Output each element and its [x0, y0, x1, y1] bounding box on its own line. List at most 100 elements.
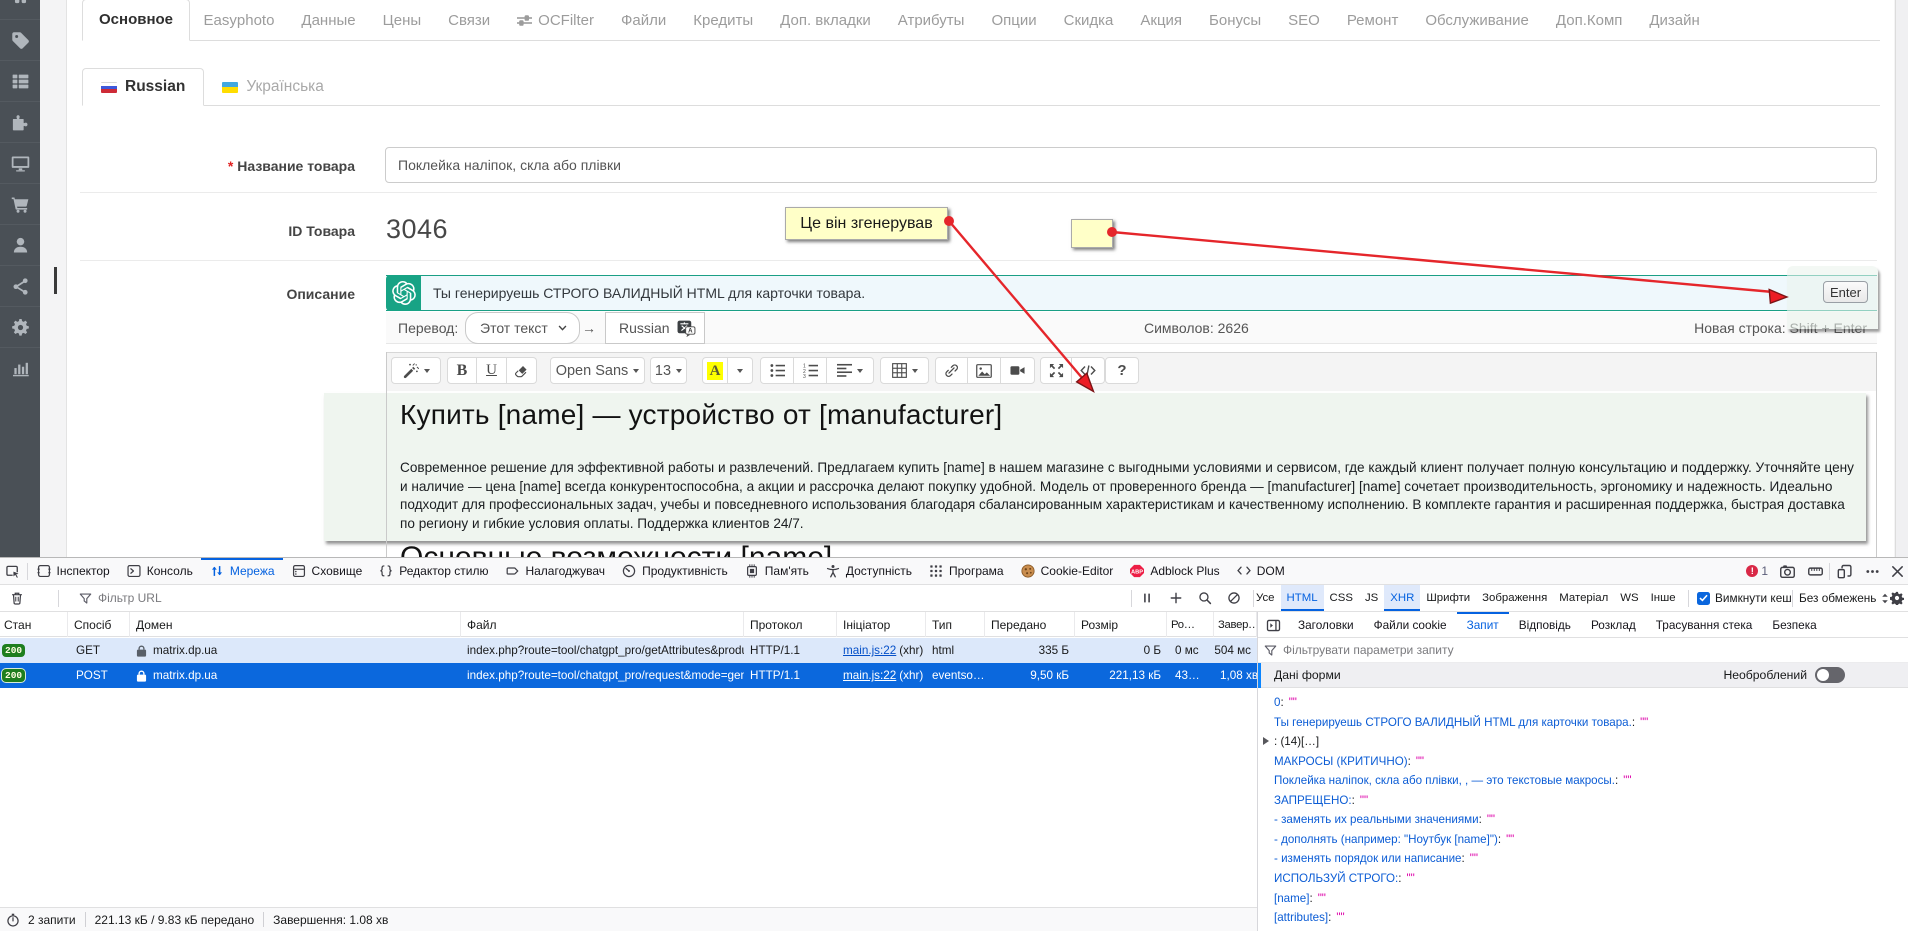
paragraph-align-button[interactable] — [827, 357, 874, 384]
param-row[interactable]: [attributes]:"" — [1258, 907, 1908, 927]
underline-button[interactable]: U — [477, 357, 507, 384]
insert-image-button[interactable] — [968, 357, 1001, 384]
details-tab-6[interactable]: Безпека — [1762, 612, 1826, 637]
params-filter-input[interactable]: Фільтрувати параметри запиту — [1258, 638, 1908, 663]
devtools-tab-9[interactable]: Програма — [920, 558, 1012, 584]
devtools-tab-12[interactable]: DOM — [1228, 558, 1293, 584]
filter-type-матеріал[interactable]: Матеріал — [1553, 585, 1614, 611]
add-request-button[interactable] — [1163, 585, 1189, 611]
sidebar-item-extensions[interactable] — [0, 101, 40, 142]
param-row[interactable]: МАКРОСЫ (КРИТИЧНО):"" — [1258, 751, 1908, 771]
sidebar-item-dashboard[interactable] — [0, 0, 40, 10]
enter-button[interactable]: Enter — [1823, 281, 1868, 303]
filter-type-зображення[interactable]: Зображення — [1476, 585, 1553, 611]
tab-данные[interactable]: Данные — [288, 1, 369, 40]
insert-link-button[interactable] — [935, 357, 968, 384]
sticky-note-small[interactable] — [1071, 219, 1113, 248]
fullscreen-button[interactable] — [1040, 357, 1072, 384]
help-button[interactable]: ? — [1105, 357, 1139, 384]
clear-requests-button[interactable] — [4, 585, 30, 611]
param-row[interactable]: : (14)[…] — [1258, 731, 1908, 751]
column-header[interactable]: Розмір — [1075, 612, 1167, 637]
param-row[interactable]: - изменять порядок или написание:"" — [1258, 848, 1908, 868]
column-header[interactable]: Завер… — [1214, 612, 1257, 637]
details-tab-1[interactable]: Файли cookie — [1364, 612, 1457, 637]
param-row[interactable]: 0:"" — [1258, 692, 1908, 712]
devtools-tab-11[interactable]: ABPAdblock Plus — [1122, 558, 1228, 584]
network-request-row[interactable]: 200 GET matrix.dp.ua index.php?route=too… — [0, 638, 1257, 663]
tab-easyphoto[interactable]: Easyphoto — [190, 1, 288, 40]
devtools-tab-1[interactable]: Консоль — [118, 558, 201, 584]
tab-ocfilter[interactable]: OCFilter — [504, 1, 608, 40]
collapse-details-button[interactable] — [1258, 612, 1288, 639]
throttling-select[interactable]: Без обмежень — [1793, 591, 1895, 605]
devtools-tab-8[interactable]: Доступність — [817, 558, 920, 584]
font-size-select[interactable]: 13 — [650, 357, 687, 384]
filter-type-js[interactable]: JS — [1359, 585, 1384, 611]
column-header[interactable]: Протокол — [744, 612, 837, 637]
devtools-tab-3[interactable]: Сховище — [283, 558, 371, 584]
raw-toggle[interactable] — [1815, 667, 1845, 683]
tab-акция[interactable]: Акция — [1127, 1, 1196, 40]
ruler-button[interactable] — [1801, 558, 1829, 585]
clear-style-button[interactable] — [507, 357, 537, 384]
sidebar-item-marketing[interactable] — [0, 265, 40, 306]
details-tab-3[interactable]: Відповідь — [1509, 612, 1581, 637]
tab-кредиты[interactable]: Кредиты — [680, 1, 767, 40]
tab-дизайн[interactable]: Дизайн — [1636, 1, 1713, 40]
sidebar-item-customers[interactable] — [0, 224, 40, 265]
devtools-tab-6[interactable]: Продуктивність — [614, 558, 737, 584]
param-row[interactable]: [name]:"" — [1258, 888, 1908, 908]
network-request-row[interactable]: 200 POST matrix.dp.ua index.php?route=to… — [0, 663, 1257, 688]
details-tab-4[interactable]: Розклад — [1581, 612, 1646, 637]
filter-type-усе[interactable]: Усе — [1250, 585, 1281, 611]
devtools-tab-7[interactable]: Пам'ять — [736, 558, 817, 584]
sidebar-item-categories[interactable] — [0, 60, 40, 101]
tab-бонусы[interactable]: Бонусы — [1196, 1, 1275, 40]
param-row[interactable]: ИСПОЛЬЗУЙ СТРОГО::"" — [1258, 868, 1908, 888]
sidebar-item-reports[interactable] — [0, 347, 40, 388]
tab-основное[interactable]: Основное — [82, 0, 190, 41]
tab-ремонт[interactable]: Ремонт — [1333, 1, 1412, 40]
param-row[interactable]: ЗАПРЕЩЕНО::"" — [1258, 790, 1908, 810]
filter-type-інше[interactable]: Інше — [1645, 585, 1682, 611]
tab-доп-вкладки[interactable]: Доп. вкладки — [767, 1, 885, 40]
devtools-tab-2[interactable]: Мережа — [201, 558, 283, 584]
column-header[interactable]: Передано — [985, 612, 1075, 637]
translate-target-select[interactable]: RussianA — [605, 312, 705, 344]
devtools-menu-button[interactable] — [1858, 558, 1886, 585]
sidebar-item-system[interactable] — [0, 306, 40, 347]
chatgpt-prompt-text[interactable]: Ты генерируешь СТРОГО ВАЛИДНЫЙ HTML для … — [433, 275, 865, 311]
filter-type-шрифти[interactable]: Шрифти — [1420, 585, 1476, 611]
filter-type-html[interactable]: HTML — [1281, 585, 1324, 611]
highlight-color-dropdown[interactable] — [728, 357, 753, 384]
devtools-tab-5[interactable]: Налагоджувач — [497, 558, 614, 584]
param-row[interactable]: Поклейка наліпок, скла або плівки, , — э… — [1258, 770, 1908, 790]
tab-скидка[interactable]: Скидка — [1050, 1, 1127, 40]
tab-опции[interactable]: Опции — [978, 1, 1050, 40]
bold-button[interactable]: B — [447, 357, 477, 384]
tab-файли[interactable]: Файли — [608, 1, 680, 40]
highlight-color-button[interactable]: A — [702, 357, 728, 384]
unordered-list-button[interactable] — [760, 357, 794, 384]
filter-type-xhr[interactable]: XHR — [1384, 585, 1420, 611]
form-data-section-header[interactable]: Дані форми Необроблений — [1258, 663, 1908, 688]
details-tab-2[interactable]: Запит — [1457, 612, 1509, 637]
filter-type-css[interactable]: CSS — [1324, 585, 1359, 611]
product-name-input[interactable] — [385, 147, 1877, 183]
translate-source-select[interactable]: Этот текст — [465, 312, 580, 344]
magic-style-button[interactable] — [391, 357, 441, 384]
search-button[interactable] — [1192, 585, 1218, 611]
initiator-link[interactable]: main.js:22 — [843, 669, 896, 682]
sidebar-item-catalog[interactable] — [0, 19, 40, 60]
screenshot-button[interactable] — [1773, 558, 1801, 585]
tab-seo[interactable]: SEO — [1275, 1, 1334, 40]
page-scrollbar[interactable] — [1895, 0, 1908, 558]
sticky-note[interactable]: Це він згенерував — [785, 207, 948, 240]
devtools-tab-10[interactable]: Cookie-Editor — [1012, 558, 1122, 584]
param-row[interactable]: - заменять их реальными значениями:"" — [1258, 809, 1908, 829]
ordered-list-button[interactable]: 123 — [794, 357, 827, 384]
column-header[interactable]: Тип — [926, 612, 985, 637]
font-family-select[interactable]: Open Sans — [550, 357, 645, 384]
column-header[interactable]: Домен — [130, 612, 461, 637]
